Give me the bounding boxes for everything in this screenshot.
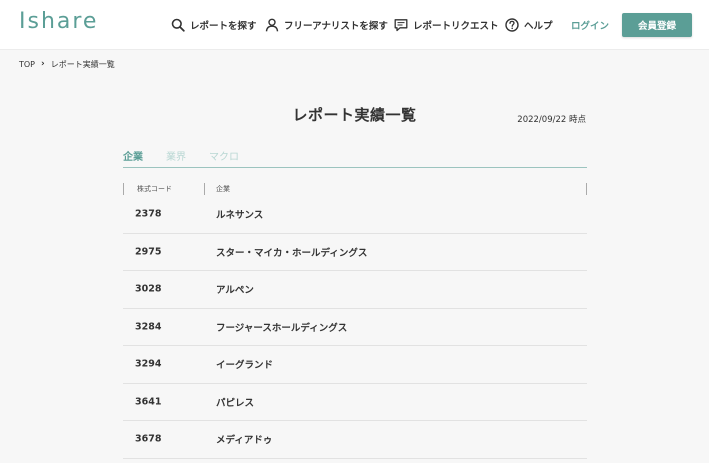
stock-code: 2975	[135, 246, 162, 258]
as-of-date: 2022/09/22 時点	[517, 115, 586, 125]
chevron-right-icon: ›	[41, 59, 45, 69]
company-name[interactable]: アルペン	[216, 282, 254, 296]
breadcrumb-top-link[interactable]: TOP	[19, 60, 35, 69]
company-name[interactable]: スター・マイカ・ホールディングス	[216, 245, 367, 259]
login-link[interactable]: ログイン	[571, 15, 609, 35]
search-icon	[171, 18, 185, 32]
table-row[interactable]: 2378 ルネサンス	[123, 196, 587, 234]
nav-search-label: レポートを探す	[190, 21, 257, 32]
nav-analyst-label: フリーアナリストを探す	[284, 21, 388, 32]
site-logo[interactable]: Ishare	[19, 9, 98, 34]
stock-code: 2378	[135, 208, 162, 220]
stock-code: 3294	[135, 358, 162, 370]
user-icon	[265, 18, 279, 32]
column-divider	[586, 183, 587, 195]
company-name[interactable]: メディアドゥ	[216, 432, 272, 446]
table-header: 株式コード 企業	[123, 182, 587, 196]
help-icon	[505, 18, 519, 32]
site-header: Ishare レポートを探す フリーアナリストを探す レポートリクエスト ヘルプ…	[0, 0, 709, 50]
company-name[interactable]: ルネサンス	[216, 207, 263, 221]
tab-company[interactable]: 企業	[123, 148, 143, 163]
nav-report-request[interactable]: レポートリクエスト	[394, 15, 499, 35]
table-row[interactable]: 2975 スター・マイカ・ホールディングス	[123, 234, 587, 271]
table-row[interactable]: 3641 パピレス	[123, 384, 587, 421]
signup-button[interactable]: 会員登録	[622, 13, 692, 37]
nav-request-label: レポートリクエスト	[413, 21, 499, 32]
stock-code: 3284	[135, 321, 162, 333]
tab-industry[interactable]: 業界	[166, 148, 186, 163]
page-title: レポート実績一覧	[292, 106, 417, 124]
nav-find-analyst[interactable]: フリーアナリストを探す	[265, 15, 388, 35]
report-results-table: 株式コード 企業 2378 ルネサンス 2975 スター・マイカ・ホールディング…	[123, 182, 587, 459]
stock-code: 3028	[135, 283, 162, 295]
company-name[interactable]: フージャースホールディングス	[216, 320, 347, 334]
nav-search-reports[interactable]: レポートを探す	[171, 15, 257, 35]
nav-help-label: ヘルプ	[524, 21, 553, 32]
company-name[interactable]: イーグランド	[216, 357, 273, 371]
table-row[interactable]: 3294 イーグランド	[123, 346, 587, 384]
stock-code: 3678	[135, 433, 162, 445]
tab-macro[interactable]: マクロ	[209, 148, 239, 163]
nav-help[interactable]: ヘルプ	[505, 15, 553, 35]
table-row[interactable]: 3284 フージャースホールディングス	[123, 309, 587, 346]
column-header-company: 企業	[204, 183, 230, 195]
table-body: 2378 ルネサンス 2975 スター・マイカ・ホールディングス 3028 アル…	[123, 196, 587, 459]
category-tabs: 企業 業界 マクロ	[123, 146, 587, 168]
table-row[interactable]: 3678 メディアドゥ	[123, 421, 587, 459]
company-name[interactable]: パピレス	[216, 395, 254, 409]
chat-icon	[394, 19, 408, 32]
breadcrumb: TOP › レポート実績一覧	[19, 58, 115, 70]
breadcrumb-current: レポート実績一覧	[50, 59, 115, 69]
table-row[interactable]: 3028 アルペン	[123, 271, 587, 309]
stock-code: 3641	[135, 396, 162, 408]
column-header-code: 株式コード	[123, 183, 172, 195]
